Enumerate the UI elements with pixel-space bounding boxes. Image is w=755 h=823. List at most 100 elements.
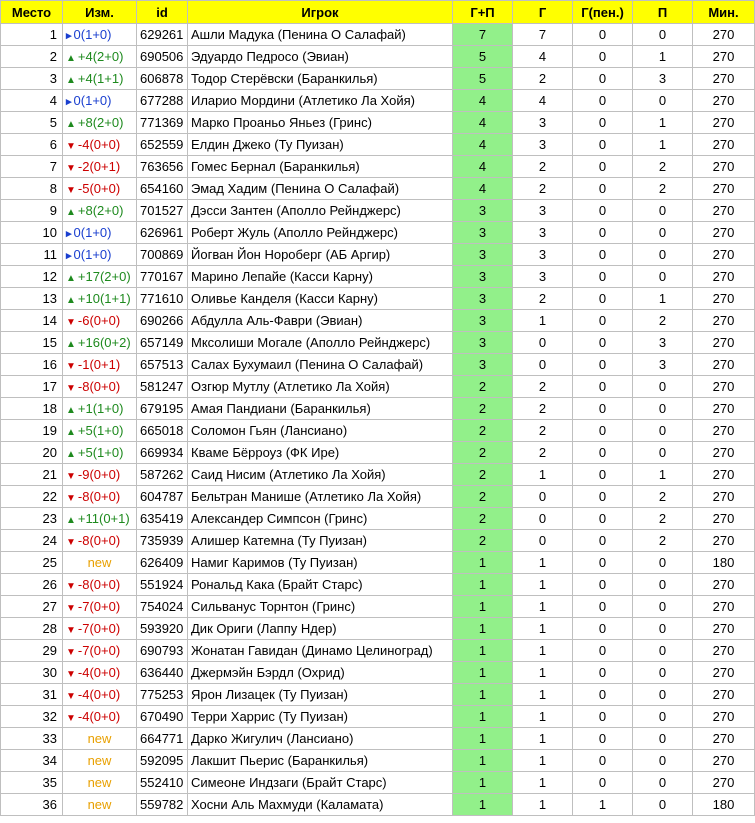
header-goals[interactable]: Г	[512, 0, 573, 24]
header-player[interactable]: Игрок	[187, 0, 453, 24]
change-cell: ▼ -8(0+0)	[62, 573, 137, 596]
change-cell: ▸ 0(1+0)	[62, 221, 137, 244]
arrow-up-icon: ▲	[66, 295, 76, 306]
assists-cell: 0	[632, 265, 693, 288]
player-id-cell: 690793	[136, 639, 188, 662]
rank-change-value: -7(0+0)	[77, 599, 121, 614]
assists-cell: 1	[632, 287, 693, 310]
penalty-goals-cell: 0	[572, 331, 633, 354]
arrow-up-icon: ▲	[66, 515, 76, 526]
rank-change: ▲ +5(1+0)	[66, 445, 123, 460]
player-name-cell: Мксолиши Могале (Аполло Рейнджерс)	[187, 331, 453, 354]
new-entry-label: new	[87, 797, 112, 812]
table-row: 12 ▲ +17(2+0) 770167 Марино Лепайе (Касси Ка…	[0, 265, 755, 288]
assists-cell: 0	[632, 199, 693, 222]
table-row: 2 ▲ +4(2+0) 690506 Эдуардо Педросо (Эвиан) 5 4…	[0, 45, 755, 68]
penalty-goals-cell: 0	[572, 463, 633, 486]
goals-plus-assists-cell: 1	[452, 749, 513, 772]
rank-change-value: 0(1+0)	[73, 27, 112, 42]
arrow-right-icon: ▸	[66, 30, 72, 42]
place-cell: 24	[0, 529, 63, 552]
goals-cell: 0	[512, 331, 573, 354]
minutes-cell: 270	[692, 419, 755, 442]
goals-plus-assists-cell: 2	[452, 507, 513, 530]
header-minutes[interactable]: Мин.	[692, 0, 755, 24]
goals-plus-assists-cell: 3	[452, 221, 513, 244]
assists-cell: 0	[632, 705, 693, 728]
change-cell: ▲ +8(2+0)	[62, 199, 137, 222]
player-id-cell: 581247	[136, 375, 188, 398]
minutes-cell: 270	[692, 573, 755, 596]
rank-change: ▼ -7(0+0)	[66, 621, 120, 636]
assists-cell: 0	[632, 749, 693, 772]
place-cell: 1	[0, 23, 63, 46]
arrow-down-icon: ▼	[66, 537, 76, 548]
change-cell: new	[62, 749, 137, 772]
table-row: 10 ▸ 0(1+0) 626961 Роберт Жуль (Аполло Рейнд…	[0, 221, 755, 244]
assists-cell: 3	[632, 67, 693, 90]
header-penalty-goals[interactable]: Г(пен.)	[572, 0, 633, 24]
rank-change-value: -8(0+0)	[77, 577, 121, 592]
rank-change: ▼ -2(0+1)	[66, 159, 120, 174]
arrow-down-icon: ▼	[66, 317, 76, 328]
goals-cell: 2	[512, 155, 573, 178]
arrow-right-icon: ▸	[66, 228, 72, 240]
goals-plus-assists-cell: 3	[452, 309, 513, 332]
minutes-cell: 270	[692, 155, 755, 178]
player-name-cell: Терри Харрис (Ту Пуизан)	[187, 705, 453, 728]
penalty-goals-cell: 0	[572, 287, 633, 310]
change-cell: ▼ -7(0+0)	[62, 639, 137, 662]
goals-plus-assists-cell: 4	[452, 89, 513, 112]
penalty-goals-cell: 0	[572, 683, 633, 706]
player-name-cell: Марко Проаньо Яньез (Гринс)	[187, 111, 453, 134]
goals-plus-assists-cell: 2	[452, 463, 513, 486]
rank-change-value: +5(1+0)	[77, 445, 124, 460]
table-row: 6 ▼ -4(0+0) 652559 Елдин Джеко (Ту Пуизан) 4 3…	[0, 133, 755, 156]
player-name-cell: Марино Лепайе (Касси Карну)	[187, 265, 453, 288]
penalty-goals-cell: 0	[572, 221, 633, 244]
header-goals-plus-assists[interactable]: Г+П	[452, 0, 513, 24]
goals-cell: 1	[512, 749, 573, 772]
player-name-cell: Кваме Бёрроуз (ФК Ире)	[187, 441, 453, 464]
arrow-down-icon: ▼	[66, 669, 76, 680]
place-cell: 15	[0, 331, 63, 354]
table-row: 17 ▼ -8(0+0) 581247 Озгюр Мутлу (Атлетико Ла…	[0, 375, 755, 398]
player-id-cell: 771610	[136, 287, 188, 310]
goals-cell: 4	[512, 89, 573, 112]
header-id[interactable]: id	[136, 0, 188, 24]
header-assists[interactable]: П	[632, 0, 693, 24]
player-name-cell: Абдулла Аль-Фаври (Эвиан)	[187, 309, 453, 332]
goals-cell: 1	[512, 793, 573, 816]
table-row: 22 ▼ -8(0+0) 604787 Бельтран Манише (Атлетик…	[0, 485, 755, 508]
penalty-goals-cell: 0	[572, 309, 633, 332]
goals-plus-assists-cell: 3	[452, 331, 513, 354]
penalty-goals-cell: 0	[572, 177, 633, 200]
change-cell: ▲ +16(0+2)	[62, 331, 137, 354]
player-name-cell: Сильванус Торнтон (Гринс)	[187, 595, 453, 618]
player-name-cell: Намиг Каримов (Ту Пуизан)	[187, 551, 453, 574]
change-cell: ▲ +10(1+1)	[62, 287, 137, 310]
penalty-goals-cell: 0	[572, 573, 633, 596]
rank-change: ▼ -4(0+0)	[66, 709, 120, 724]
header-change[interactable]: Изм.	[62, 0, 137, 24]
goals-plus-assists-cell: 1	[452, 683, 513, 706]
minutes-cell: 270	[692, 45, 755, 68]
rank-change: ▼ -8(0+0)	[66, 489, 120, 504]
arrow-up-icon: ▲	[66, 339, 76, 350]
header-place[interactable]: Место	[0, 0, 63, 24]
table-row: 27 ▼ -7(0+0) 754024 Сильванус Торнтон (Гринс…	[0, 595, 755, 618]
player-name-cell: Гомес Бернал (Баранкилья)	[187, 155, 453, 178]
scorers-table: Место Изм. id Игрок Г+П Г Г(пен.) П Мин.…	[0, 0, 755, 816]
arrow-down-icon: ▼	[66, 647, 76, 658]
arrow-down-icon: ▼	[66, 691, 76, 702]
goals-cell: 4	[512, 45, 573, 68]
penalty-goals-cell: 0	[572, 595, 633, 618]
goals-cell: 3	[512, 199, 573, 222]
assists-cell: 2	[632, 155, 693, 178]
penalty-goals-cell: 0	[572, 749, 633, 772]
goals-plus-assists-cell: 1	[452, 705, 513, 728]
table-row: 31 ▼ -4(0+0) 775253 Ярон Лизацек (Ту Пуизан)…	[0, 683, 755, 706]
rank-change: ▼ -7(0+0)	[66, 599, 120, 614]
player-id-cell: 587262	[136, 463, 188, 486]
minutes-cell: 270	[692, 463, 755, 486]
